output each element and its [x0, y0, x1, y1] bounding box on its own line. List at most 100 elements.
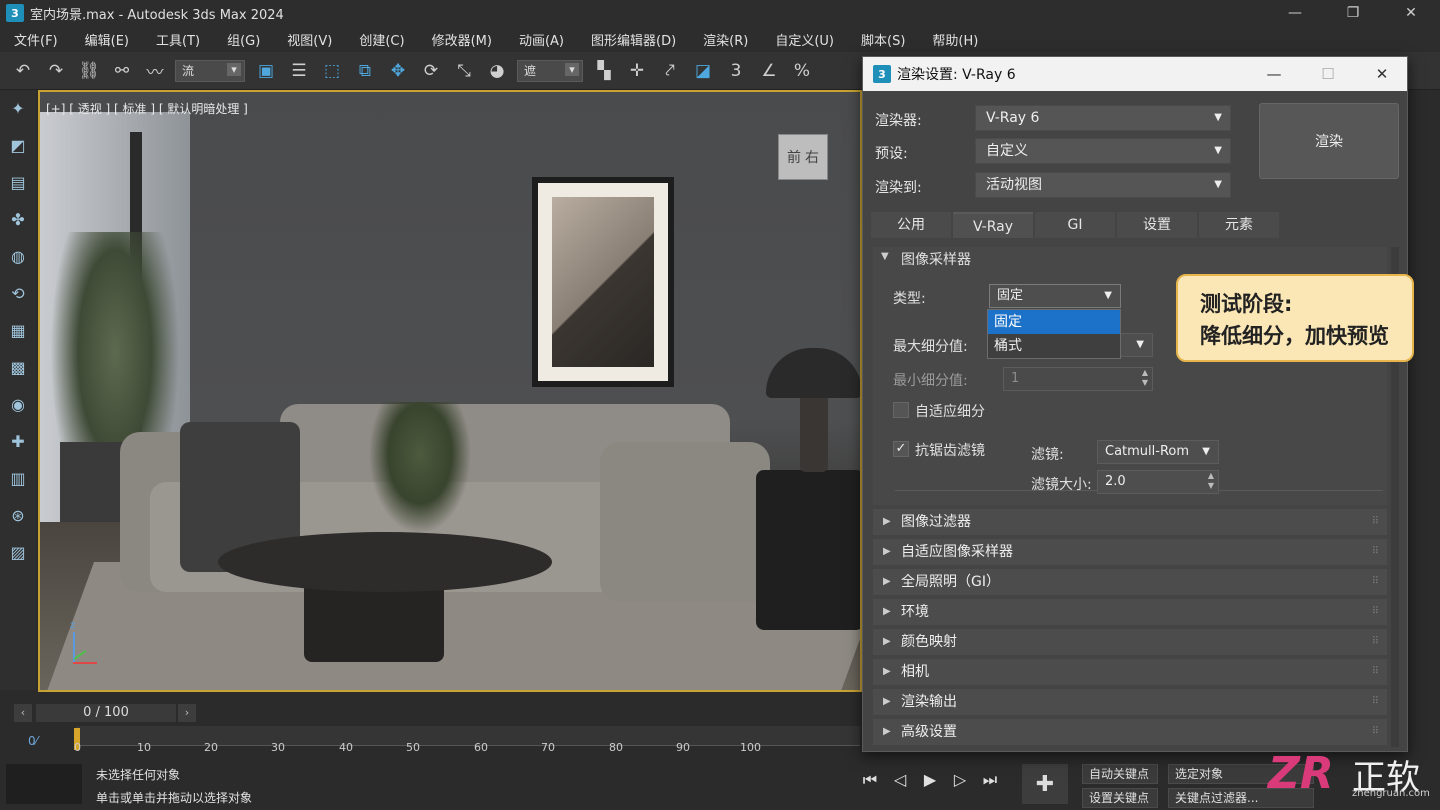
- reference-coord-dropdown[interactable]: 遮: [517, 59, 583, 82]
- rollout-advanced[interactable]: ▶ 高级设置 ⠿: [873, 719, 1387, 745]
- utilities-panel-icon[interactable]: ⟲: [0, 275, 36, 312]
- select-object-icon[interactable]: ▣: [253, 58, 279, 84]
- angle-snap-icon[interactable]: ∠: [756, 58, 782, 84]
- layer-icon[interactable]: ▥: [0, 460, 36, 497]
- go-to-end-icon[interactable]: ⏭: [975, 770, 1005, 790]
- link-icon[interactable]: ⛓: [76, 58, 102, 84]
- render-to-dropdown[interactable]: 活动视图 ▼: [975, 172, 1231, 198]
- scale-icon[interactable]: ⤡: [451, 58, 477, 84]
- renderer-dropdown[interactable]: V-Ray 6 ▼: [975, 105, 1231, 131]
- menu-rendering[interactable]: 渲染(R): [703, 30, 748, 49]
- select-by-name-icon[interactable]: ☰: [286, 58, 312, 84]
- menu-animation[interactable]: 动画(A): [519, 30, 564, 49]
- snap-3d-icon[interactable]: 3: [723, 58, 749, 84]
- material-editor-icon[interactable]: ◉: [0, 386, 36, 423]
- bind-space-warp-icon[interactable]: 〰: [142, 58, 168, 84]
- render-frame-icon[interactable]: ✚: [0, 423, 36, 460]
- set-key-button[interactable]: 设置关键点: [1082, 788, 1158, 808]
- close-icon[interactable]: ✕: [1382, 0, 1440, 26]
- rollout-gi[interactable]: ▶ 全局照明（GI） ⠿: [873, 569, 1387, 595]
- unlink-icon[interactable]: ⚯: [109, 58, 135, 84]
- display-panel-icon[interactable]: ◍: [0, 238, 36, 275]
- selection-filter-dropdown[interactable]: 流: [175, 59, 245, 82]
- menu-create[interactable]: 创建(C): [359, 30, 404, 49]
- curve-editor-icon[interactable]: 0⁄: [28, 734, 38, 748]
- time-slider[interactable]: 0 / 100: [36, 704, 176, 722]
- grip-icon: ⠿: [1371, 696, 1379, 707]
- maximize-icon[interactable]: ❐: [1324, 0, 1382, 26]
- viewport-config-icon[interactable]: ▩: [0, 349, 36, 386]
- tab-gi[interactable]: GI: [1035, 212, 1115, 238]
- place-icon[interactable]: ◕: [484, 58, 510, 84]
- maximize-icon[interactable]: ☐: [1303, 57, 1353, 91]
- perspective-viewport[interactable]: [+] [ 透视 ] [ 标准 ] [ 默认明暗处理 ] 前 右 z: [38, 90, 862, 692]
- play-icon[interactable]: ▶: [915, 770, 945, 790]
- option-fixed[interactable]: 固定: [988, 310, 1120, 334]
- percent-snap-icon[interactable]: %: [789, 58, 815, 84]
- menu-help[interactable]: 帮助(H): [932, 30, 978, 49]
- menu-group[interactable]: 组(G): [227, 30, 260, 49]
- undo-icon[interactable]: ↶: [10, 58, 36, 84]
- auto-key-button[interactable]: 自动关键点: [1082, 764, 1158, 784]
- adaptive-subdiv-checkbox[interactable]: [893, 402, 909, 418]
- render-setup-icon[interactable]: ⊛: [0, 497, 36, 534]
- tab-common[interactable]: 公用: [871, 212, 951, 238]
- tab-elements[interactable]: 元素: [1199, 212, 1279, 238]
- dialog-title-bar[interactable]: 3 渲染设置: V-Ray 6 — ☐ ✕: [863, 57, 1407, 91]
- scene-explorer-icon[interactable]: ▦: [0, 312, 36, 349]
- tick-label: 100: [740, 741, 761, 754]
- minimize-icon[interactable]: —: [1266, 0, 1324, 26]
- menu-views[interactable]: 视图(V): [287, 30, 332, 49]
- previous-frame-icon[interactable]: ◁: [885, 770, 915, 790]
- time-next-icon[interactable]: ›: [178, 704, 196, 722]
- filter-size-field[interactable]: 2.0 ▲ ▼: [1097, 470, 1219, 494]
- rollout-image-filter[interactable]: ▶ 图像过滤器 ⠿: [873, 509, 1387, 535]
- rotate-icon[interactable]: ⟳: [418, 58, 444, 84]
- key-mode-icon[interactable]: ✚: [1022, 764, 1068, 804]
- rollout-render-output[interactable]: ▶ 渲染输出 ⠿: [873, 689, 1387, 715]
- next-frame-icon[interactable]: ▷: [945, 770, 975, 790]
- menu-edit[interactable]: 编辑(E): [85, 30, 129, 49]
- keyboard-shortcut-icon[interactable]: ⤤: [657, 58, 683, 84]
- create-panel-icon[interactable]: ✦: [0, 90, 36, 127]
- filter-dropdown[interactable]: Catmull-Rom ▼: [1097, 440, 1219, 464]
- snap-toggle-icon[interactable]: ◪: [690, 58, 716, 84]
- aa-filter-checkbox[interactable]: ✓: [893, 441, 909, 457]
- option-bucket[interactable]: 桶式: [988, 334, 1120, 358]
- hierarchy-panel-icon[interactable]: ▤: [0, 164, 36, 201]
- render-button[interactable]: 渲染: [1259, 103, 1399, 179]
- tab-settings[interactable]: 设置: [1117, 212, 1197, 238]
- track-bar[interactable]: 0⁄ 0 10 20 30 40 50 60 70 80 90 100: [0, 726, 860, 758]
- menu-tools[interactable]: 工具(T): [156, 30, 200, 49]
- manipulate-icon[interactable]: ✛: [624, 58, 650, 84]
- pivot-icon[interactable]: ▚: [591, 58, 617, 84]
- maxscript-listener[interactable]: [6, 764, 82, 804]
- menu-file[interactable]: 文件(F): [14, 30, 58, 49]
- viewcube[interactable]: 前 右: [778, 134, 828, 180]
- minimize-icon[interactable]: —: [1249, 57, 1299, 91]
- tab-vray[interactable]: V-Ray: [953, 212, 1033, 238]
- sampler-type-dropdown[interactable]: 固定 ▼: [989, 284, 1121, 308]
- environment-icon[interactable]: ▨: [0, 534, 36, 571]
- motion-panel-icon[interactable]: ✤: [0, 201, 36, 238]
- menu-modifiers[interactable]: 修改器(M): [432, 30, 492, 49]
- image-sampler-title[interactable]: 图像采样器: [901, 249, 971, 269]
- rollout-camera[interactable]: ▶ 相机 ⠿: [873, 659, 1387, 685]
- redo-icon[interactable]: ↷: [43, 58, 69, 84]
- close-icon[interactable]: ✕: [1357, 57, 1407, 91]
- time-prev-icon[interactable]: ‹: [14, 704, 32, 722]
- window-crossing-icon[interactable]: ⧉: [352, 58, 378, 84]
- menu-customize[interactable]: 自定义(U): [775, 30, 834, 49]
- move-icon[interactable]: ✥: [385, 58, 411, 84]
- rollout-expanded-icon[interactable]: ▼: [881, 251, 889, 262]
- rollout-environment[interactable]: ▶ 环境 ⠿: [873, 599, 1387, 625]
- rect-selection-icon[interactable]: ⬚: [319, 58, 345, 84]
- viewport-label[interactable]: [+] [ 透视 ] [ 标准 ] [ 默认明暗处理 ]: [46, 100, 248, 117]
- modify-panel-icon[interactable]: ◩: [0, 127, 36, 164]
- menu-graph-editors[interactable]: 图形编辑器(D): [591, 30, 676, 49]
- go-to-start-icon[interactable]: ⏮: [855, 770, 885, 790]
- menu-scripting[interactable]: 脚本(S): [861, 30, 905, 49]
- rollout-color-mapping[interactable]: ▶ 颜色映射 ⠿: [873, 629, 1387, 655]
- rollout-adaptive-sampler[interactable]: ▶ 自适应图像采样器 ⠿: [873, 539, 1387, 565]
- preset-dropdown[interactable]: 自定义 ▼: [975, 138, 1231, 164]
